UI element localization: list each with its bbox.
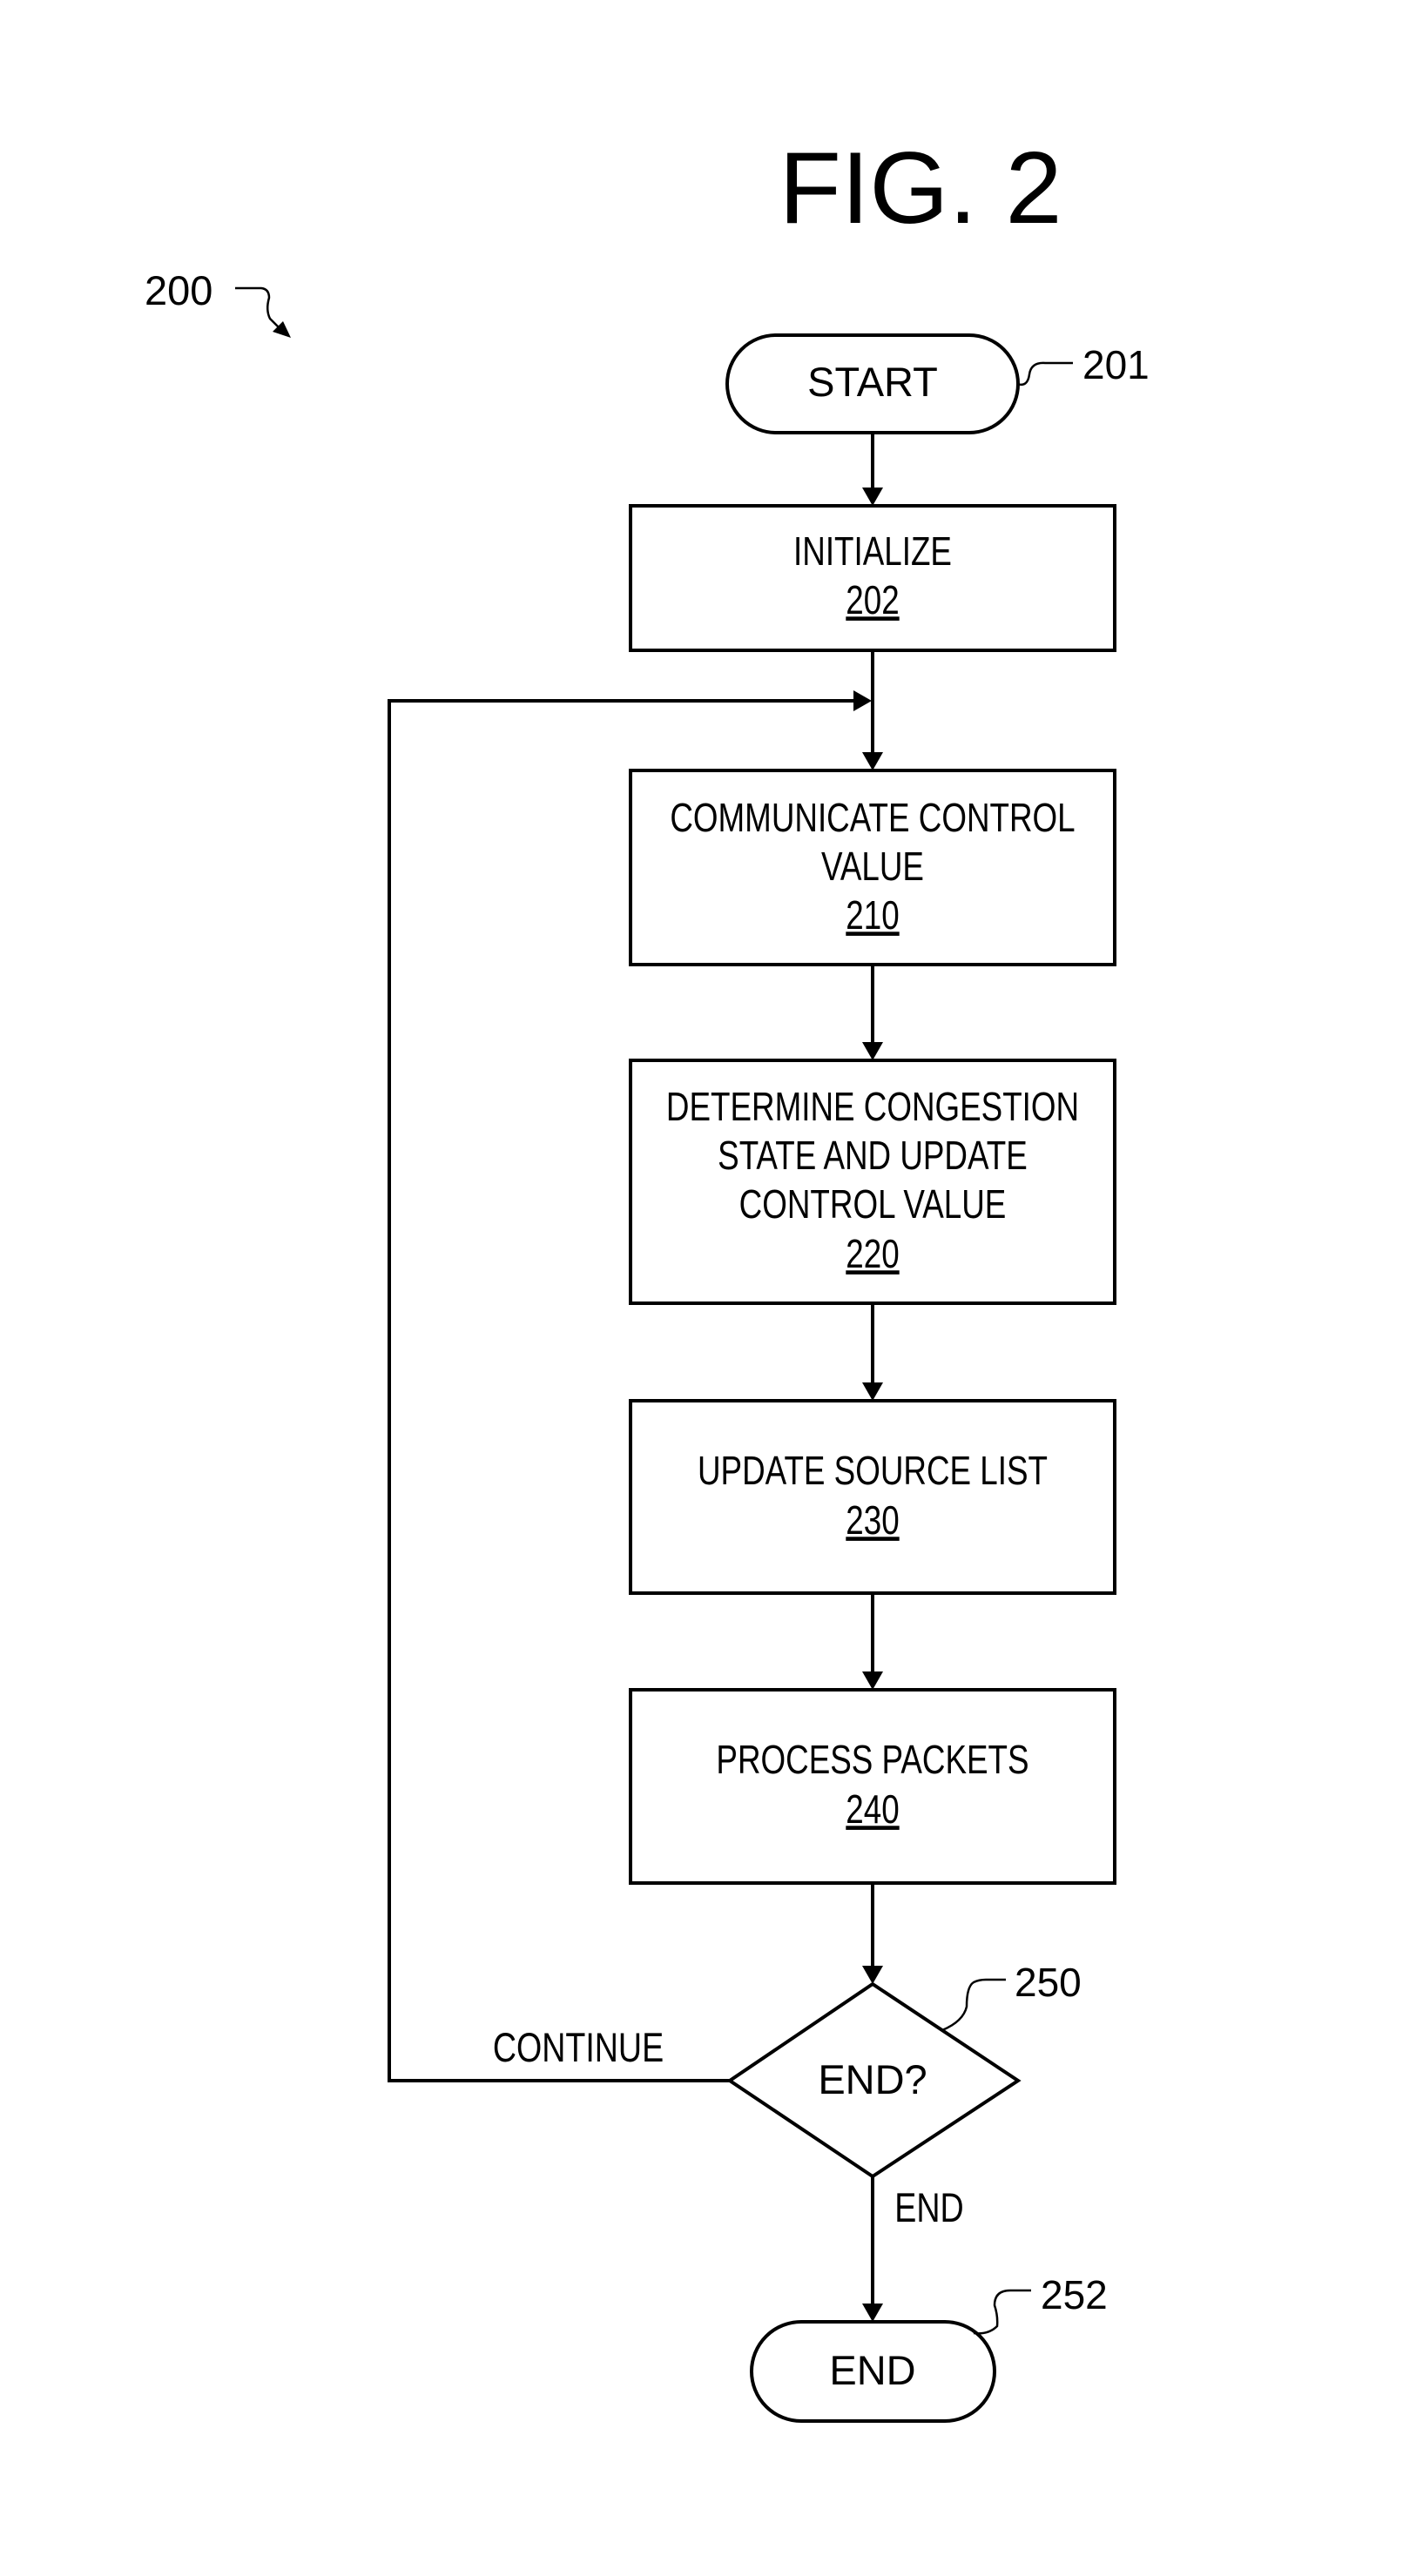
arrow-determine-to-update-source (862, 1303, 883, 1401)
figure-ref-label: 200 (145, 267, 212, 313)
determine-label-line-1: DETERMINE CONGESTION (666, 1084, 1079, 1129)
arrow-initialize-to-communicate (862, 650, 883, 770)
start-terminal: START (725, 333, 1020, 434)
arrow-decision-to-end (862, 2176, 883, 2322)
initialize-label-line-1: INITIALIZE (793, 528, 952, 574)
end-ref: 252 (1041, 2272, 1108, 2317)
initialize-ref: 202 (846, 577, 899, 622)
start-ref: 201 (1082, 342, 1150, 387)
determine-ref: 220 (846, 1231, 899, 1276)
flowchart-canvas: FIG. 2 200 START 201 INITIALIZE 202 COMM… (145, 131, 1150, 2423)
figure-ref-arrow-icon (235, 286, 291, 338)
process-packets-step: PROCESS PACKETS 240 (629, 1688, 1116, 1885)
start-terminal-label: START (807, 359, 938, 405)
figure-title: FIG. 2 (779, 131, 1062, 245)
arrow-update-source-to-process-packets (862, 1593, 883, 1690)
initialize-step: INITIALIZE 202 (629, 504, 1116, 652)
communicate-label-line-1: COMMUNICATE CONTROL (670, 795, 1075, 840)
determine-step: DETERMINE CONGESTION STATE AND UPDATE CO… (629, 1059, 1116, 1305)
update-source-step: UPDATE SOURCE LIST 230 (629, 1399, 1116, 1595)
end-edge-label: END (894, 2185, 963, 2231)
decision-ref-leader (941, 1978, 1006, 2032)
start-ref-leader (1016, 361, 1073, 387)
update-source-label-line-1: UPDATE SOURCE LIST (698, 1448, 1048, 1493)
decision-step: END? (726, 1981, 1022, 2179)
determine-label-line-2: STATE AND UPDATE (718, 1133, 1028, 1178)
continue-edge-label: CONTINUE (493, 2025, 664, 2071)
end-ref-leader (973, 2289, 1031, 2335)
process-packets-ref: 240 (846, 1786, 899, 1832)
end-terminal-label: END (829, 2347, 915, 2393)
arrow-communicate-to-determine (862, 965, 883, 1060)
communicate-ref: 210 (846, 892, 899, 938)
decision-label: END? (818, 2056, 927, 2102)
communicate-label-line-2: VALUE (821, 844, 924, 889)
end-terminal: END (750, 2320, 996, 2423)
decision-ref: 250 (1015, 1960, 1082, 2005)
update-source-ref: 230 (846, 1497, 899, 1543)
determine-label-line-3: CONTROL VALUE (739, 1181, 1007, 1227)
arrow-start-to-initialize (862, 433, 883, 506)
process-packets-label-line-1: PROCESS PACKETS (716, 1737, 1028, 1782)
communicate-step: COMMUNICATE CONTROL VALUE 210 (629, 769, 1116, 966)
arrow-process-packets-to-decision (862, 1883, 883, 1984)
